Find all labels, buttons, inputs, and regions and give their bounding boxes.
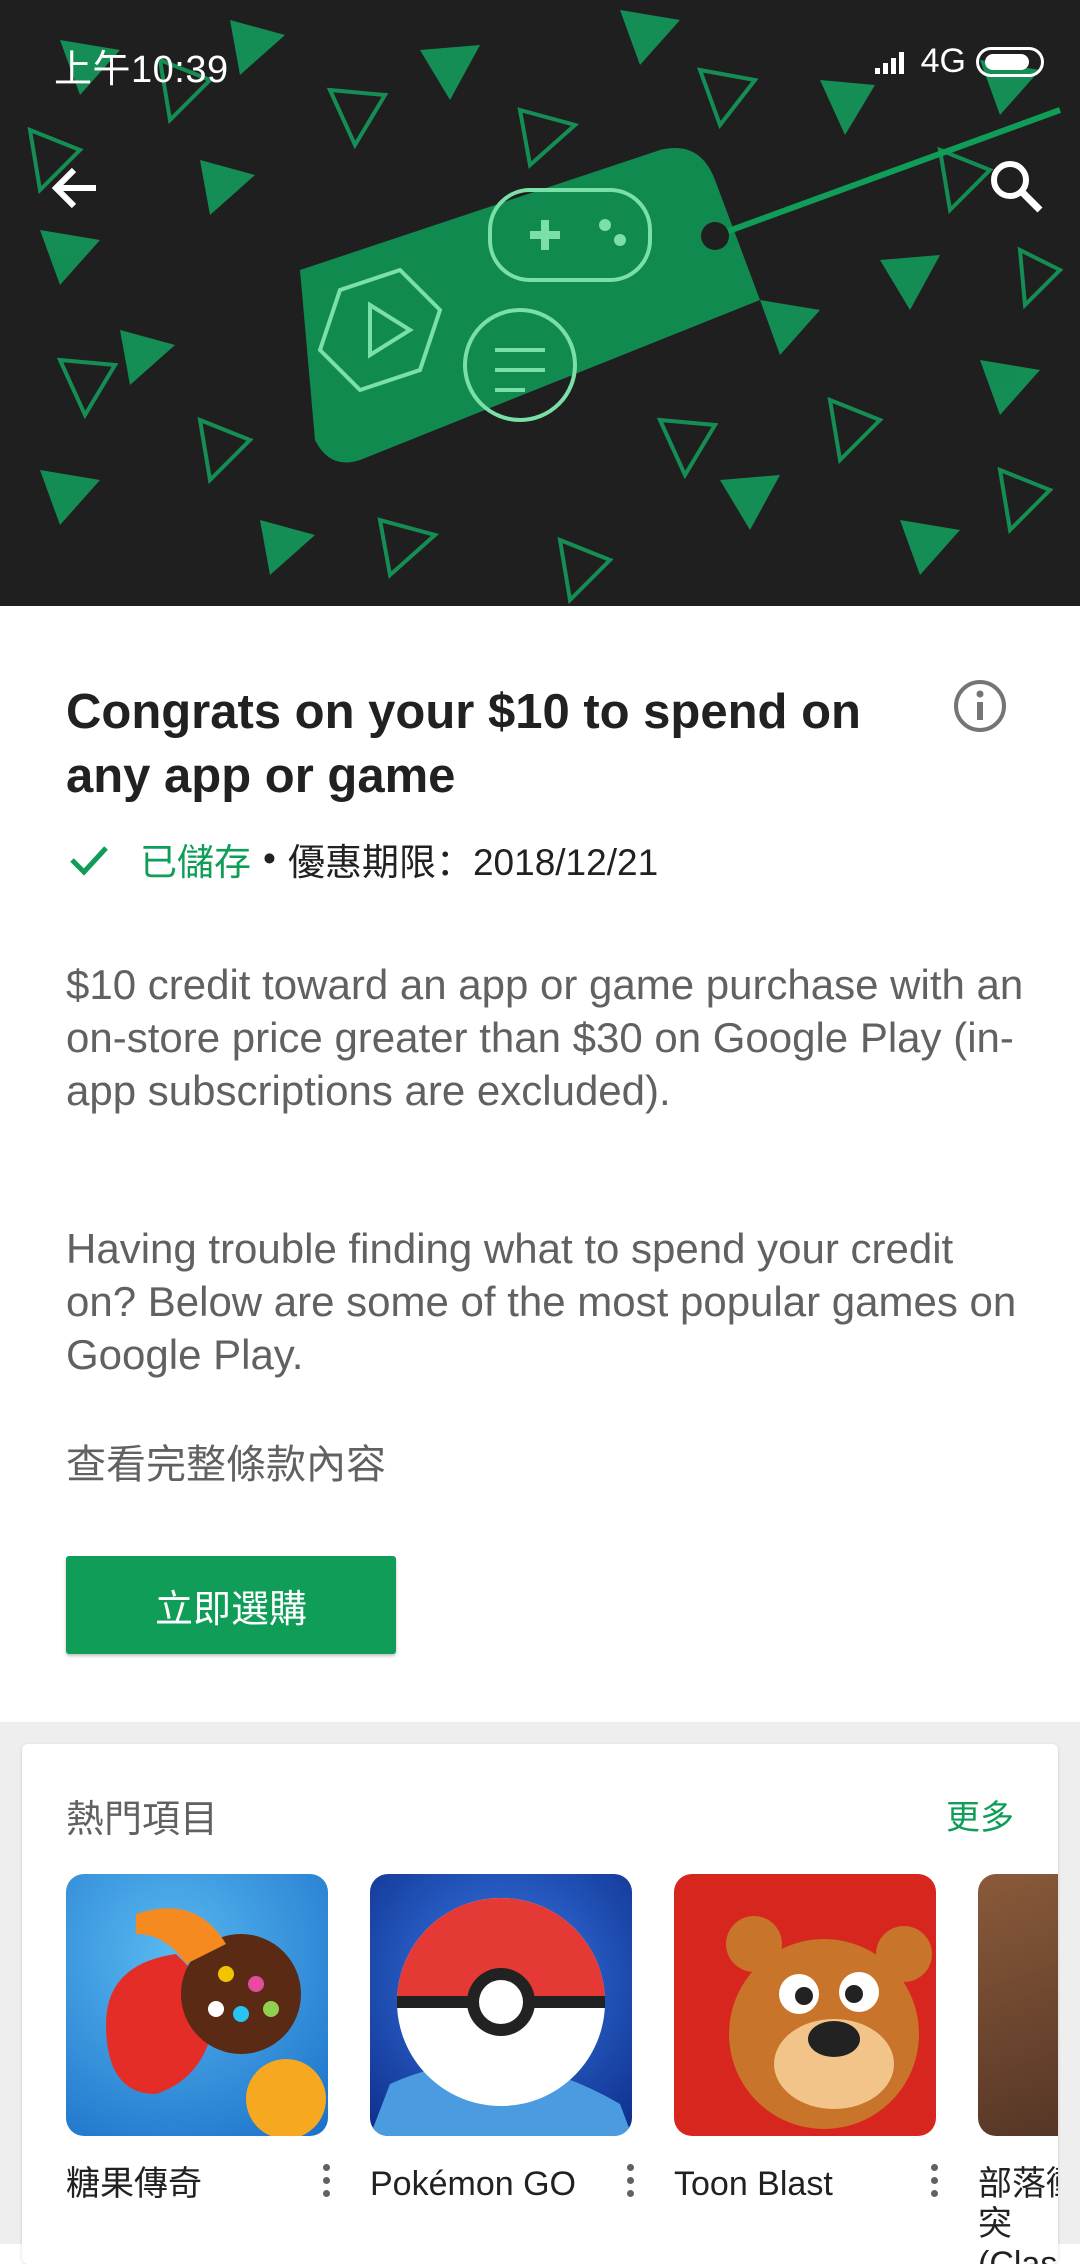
offer-title: Congrats on your $10 to spend on any app… bbox=[66, 685, 861, 803]
section-title: 熱門項目 bbox=[66, 1799, 219, 1841]
app-icon-candy[interactable] bbox=[66, 1874, 328, 2136]
battery-icon bbox=[976, 46, 1044, 77]
shop-now-button[interactable]: 立即選購 bbox=[66, 1556, 396, 1654]
saved-status: 已儲存 bbox=[140, 842, 251, 883]
app-icon-clash[interactable] bbox=[978, 1874, 1058, 2136]
overflow-menu-icon[interactable] bbox=[316, 2164, 336, 2204]
overflow-menu-icon[interactable] bbox=[620, 2164, 640, 2204]
expiry-date: 優惠期限：2018/12/21 bbox=[287, 842, 659, 883]
offer-description: $10 credit toward an app or game purchas… bbox=[66, 961, 1024, 1114]
app-icon-pokemon[interactable] bbox=[370, 1874, 632, 2136]
offer-meta: 已儲存 • 優惠期限：2018/12/21 bbox=[66, 832, 658, 886]
status-icons: 4G bbox=[874, 42, 1044, 81]
app-name: 糖果傳奇 bbox=[66, 2165, 202, 2203]
app-card[interactable]: Pokémon GO bbox=[370, 1874, 634, 2203]
overflow-menu-icon[interactable] bbox=[924, 2164, 944, 2204]
meta-separator: • bbox=[263, 838, 276, 879]
popular-section: 熱門項目 更多 糖果傳奇 Pokémon GO Toon Blast 部落 突 … bbox=[22, 1744, 1058, 2264]
offer-details: Congrats on your $10 to spend on any app… bbox=[0, 606, 1080, 1722]
app-name: Toon Blast bbox=[674, 2165, 833, 2203]
offer-help-text: Having trouble finding what to spend you… bbox=[66, 1225, 1017, 1378]
status-bar: 上午10:39 4G bbox=[0, 0, 1080, 126]
app-card[interactable]: Toon Blast bbox=[674, 1874, 938, 2203]
app-card[interactable]: 糖果傳奇 bbox=[66, 1874, 330, 2203]
signal-icon bbox=[874, 51, 904, 74]
app-icon-toon-blast[interactable] bbox=[674, 1874, 936, 2136]
app-carousel: 糖果傳奇 Pokémon GO Toon Blast 部落 突 (Clas bbox=[66, 1874, 1058, 2264]
app-name: Pokémon GO bbox=[370, 2165, 576, 2203]
promo-banner: 上午10:39 4G bbox=[0, 0, 1080, 606]
terms-link[interactable]: 查看完整條款內容 bbox=[66, 1432, 386, 1490]
network-type: 4G bbox=[920, 42, 966, 80]
app-card[interactable]: 部落衝突 (Clas bbox=[978, 1874, 1058, 2264]
check-icon bbox=[70, 846, 108, 876]
search-icon[interactable] bbox=[984, 154, 1050, 220]
status-time: 上午10:39 bbox=[54, 49, 229, 91]
arrow-back-icon[interactable] bbox=[44, 156, 108, 220]
more-link[interactable]: 更多 bbox=[946, 1790, 1014, 1839]
info-icon[interactable] bbox=[952, 678, 1008, 734]
app-name: 部落衝突 (Clas bbox=[978, 2165, 1058, 2264]
